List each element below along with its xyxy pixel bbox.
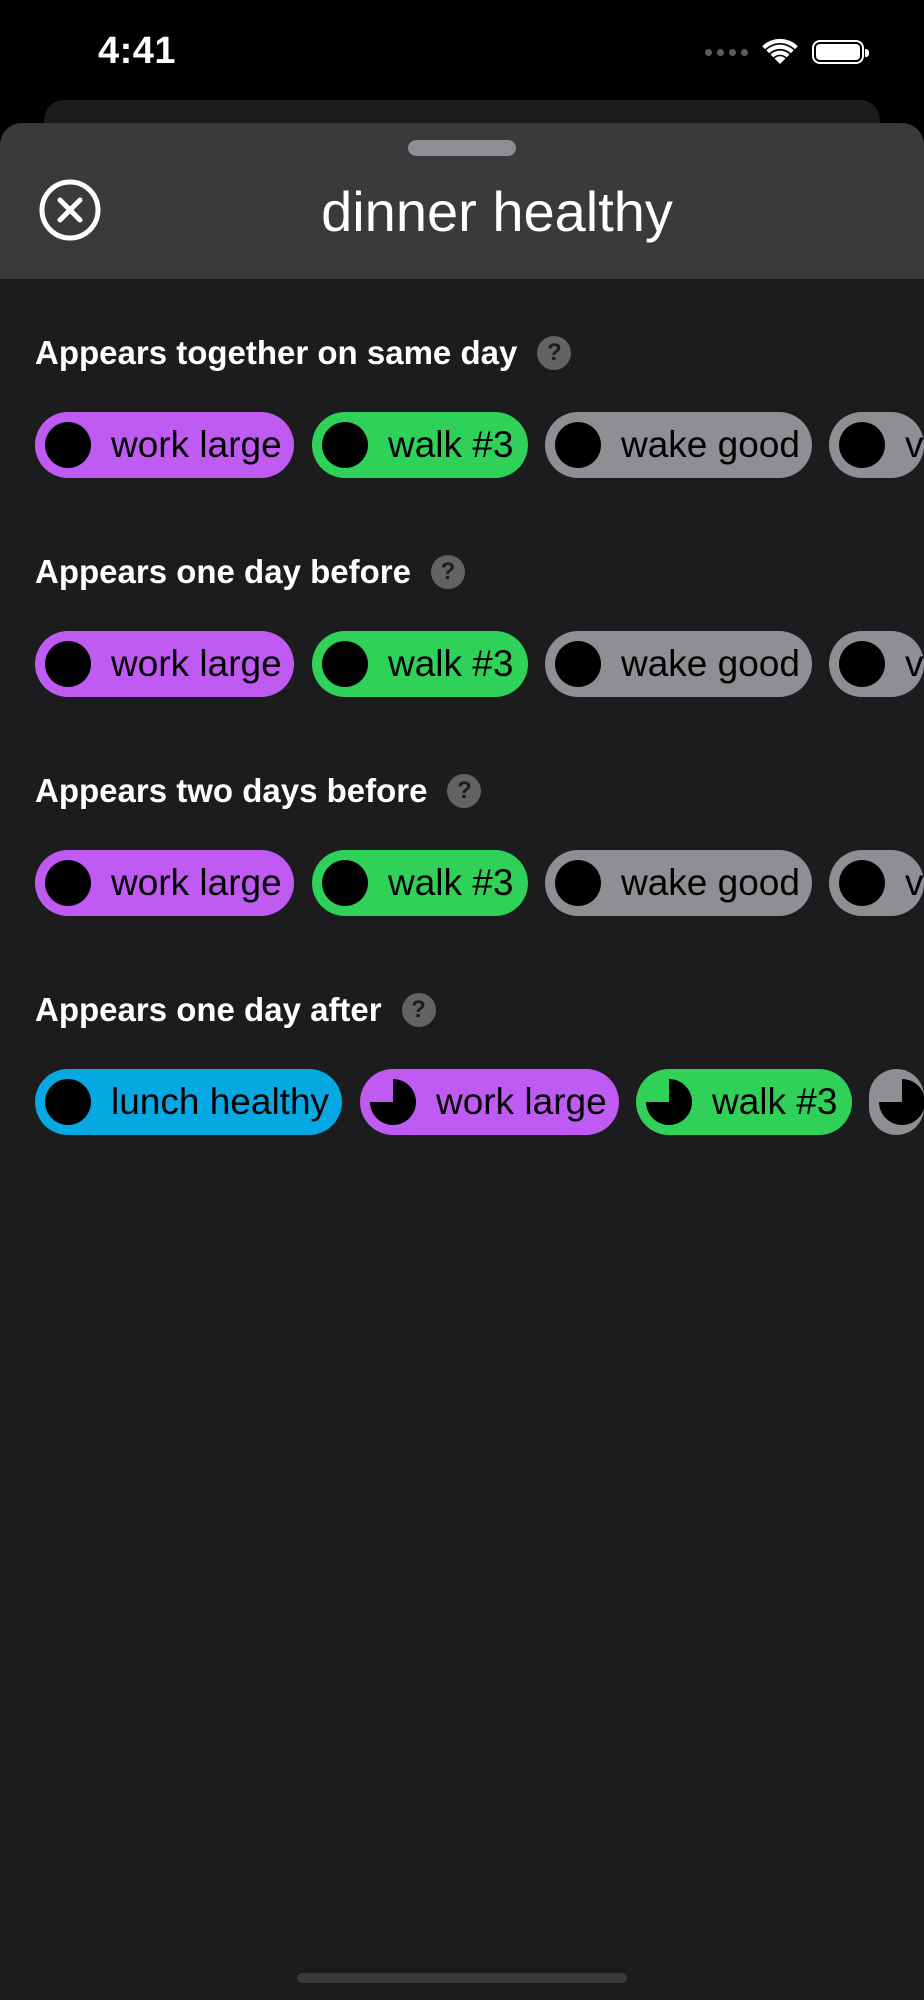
chip-walk-3[interactable]: walk #3 [312,412,528,478]
chip-label: vi [905,643,924,684]
chip-label: vi [905,862,924,903]
progress-dot-icon [45,641,91,687]
screen: 4:41 dinner healthy Appears together on … [0,0,924,2000]
chip-label: wake good [621,643,800,684]
progress-dot-icon [839,641,885,687]
wifi-icon [762,38,798,64]
question-mark-icon[interactable]: ? [447,774,482,808]
chip-label: walk #3 [388,424,514,465]
chip-work-large[interactable]: work large [35,412,294,478]
section-two-days-before: Appears two days before ? work large wal… [35,771,924,916]
section-one-day-after: Appears one day after ? lunch healthy wo… [35,990,924,1135]
progress-dot-icon [555,641,601,687]
progress-dot-icon [555,860,601,906]
chip-label: walk #3 [712,1081,838,1122]
chip-vi[interactable]: vi [829,850,924,916]
section-same-day: Appears together on same day ? work larg… [35,333,924,478]
section-title: Appears together on same day [35,334,518,371]
chip-label: wake good [621,424,800,465]
section-header: Appears together on same day ? [35,333,924,373]
progress-dot-icon [45,1079,91,1125]
progress-dot-icon [322,641,368,687]
chip-work-large[interactable]: work large [360,1069,619,1135]
progress-dot-icon [555,422,601,468]
progress-dot-icon [45,422,91,468]
progress-dot-icon [839,422,885,468]
chip-work-large[interactable]: work large [35,631,294,697]
chip-row: work large walk #3 wake good vi [35,631,924,697]
question-mark-icon[interactable]: ? [401,993,436,1027]
chip-wake-good[interactable]: wake good [545,631,812,697]
chip-vi[interactable]: vi [829,631,924,697]
cellular-signal-icon [705,48,748,56]
question-mark-icon[interactable]: ? [537,336,572,370]
chip-label: work large [111,424,282,465]
progress-dot-icon [322,422,368,468]
home-indicator [297,1973,627,1983]
status-indicators [705,36,869,68]
progress-dot-icon [45,860,91,906]
progress-pie-icon [879,1079,924,1125]
section-title: Appears two days before [35,772,428,809]
section-header: Appears one day after ? [35,990,924,1030]
chip-lunch-healthy[interactable]: lunch healthy [35,1069,342,1135]
chip-label: wake good [621,862,800,903]
chip-row: lunch healthy work large walk #3 [35,1069,924,1135]
chip-label: walk #3 [388,643,514,684]
section-title: Appears one day after [35,991,382,1028]
section-header: Appears two days before ? [35,771,924,811]
chip-label: vi [905,424,924,465]
chip-row: work large walk #3 wake good vi [35,412,924,478]
chip-work-large[interactable]: work large [35,850,294,916]
chip-label: work large [111,643,282,684]
chip-label: work large [111,862,282,903]
chip-wake-good[interactable]: wake good [545,412,812,478]
chip-walk-3[interactable]: walk #3 [312,631,528,697]
chip-label: work large [436,1081,607,1122]
chip-label: walk #3 [388,862,514,903]
sheet-header: dinner healthy [0,123,924,279]
progress-dot-icon [839,860,885,906]
battery-icon [812,40,869,64]
chip-walk-3[interactable]: walk #3 [312,850,528,916]
sheet-grabber[interactable] [408,140,516,156]
chip-label: lunch healthy [111,1081,330,1122]
question-mark-icon[interactable]: ? [430,555,465,589]
section-title: Appears one day before [35,553,411,590]
chip-wake-good[interactable]: wake good [545,850,812,916]
section-one-day-before: Appears one day before ? work large walk… [35,552,924,697]
status-time: 4:41 [98,30,177,72]
chip-vi[interactable]: vi [829,412,924,478]
sheet-title: dinner healthy [321,180,673,243]
chip-walk-3[interactable]: walk #3 [636,1069,852,1135]
progress-pie-icon [646,1079,692,1125]
progress-pie-icon [370,1079,416,1125]
section-header: Appears one day before ? [35,552,924,592]
progress-dot-icon [322,860,368,906]
chip-row: work large walk #3 wake good vi [35,850,924,916]
chip-partial[interactable] [869,1069,924,1135]
